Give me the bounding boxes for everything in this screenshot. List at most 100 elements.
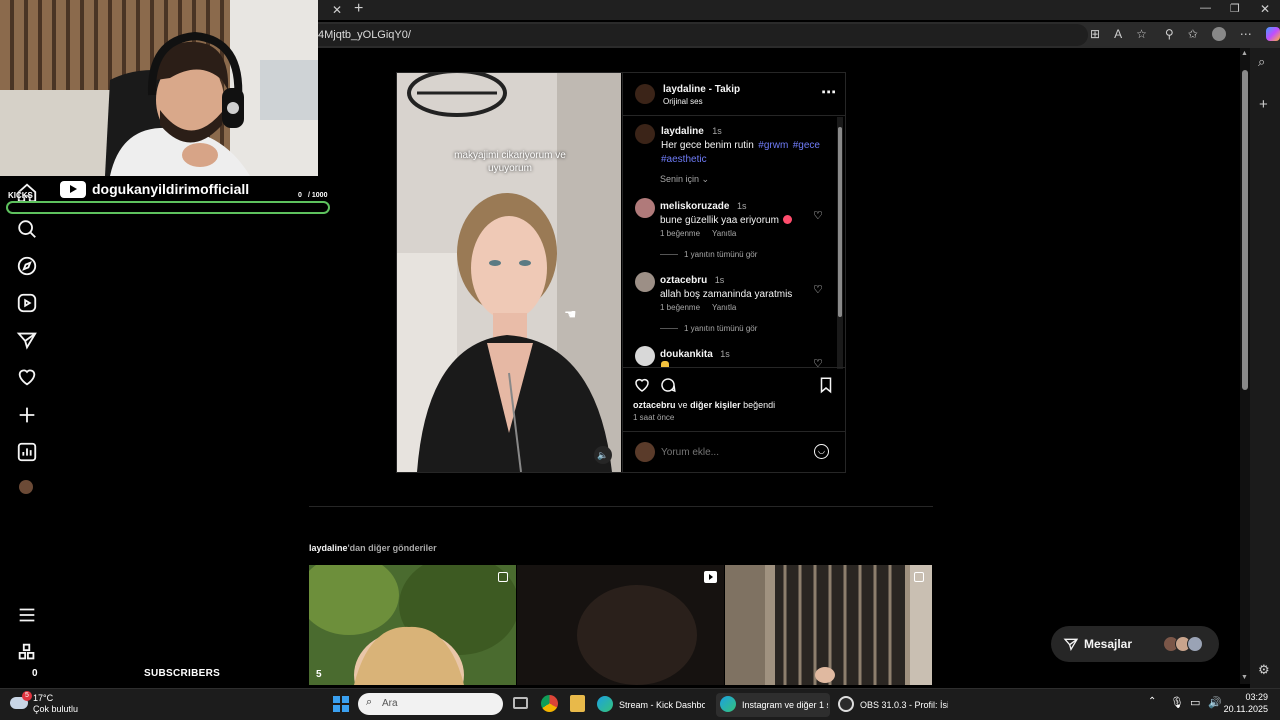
scrollbar-thumb[interactable] (1242, 70, 1248, 390)
chrome-icon[interactable] (541, 695, 558, 712)
restore-icon[interactable]: ❐ (1230, 2, 1240, 15)
more-menu-icon[interactable]: ⋯ (1240, 27, 1252, 41)
extensions-icon[interactable]: ⚲ (1165, 27, 1174, 41)
taskbar-app-instagram[interactable]: Instagram ve diğer 1 sayfa (716, 693, 830, 717)
reel-video[interactable] (397, 73, 621, 472)
clock-time[interactable]: 03:29 (1228, 692, 1268, 702)
scroll-down-icon[interactable]: ▼ (1241, 674, 1248, 681)
browser-sidebar: ⌕ + ⚙ (1250, 48, 1280, 688)
view-replies[interactable]: 1 yanıtın tümünü gör (660, 324, 757, 333)
sidebar-add-icon[interactable]: + (1259, 96, 1268, 113)
comment-likes[interactable]: 1 beğenme (660, 229, 700, 238)
reply-button[interactable]: Yanıtla (712, 229, 736, 238)
file-app-icon[interactable] (570, 695, 585, 712)
post-thumbnail[interactable]: 5 (309, 565, 516, 685)
dashboard-icon[interactable] (16, 441, 38, 463)
comment-username[interactable]: doukankita (660, 349, 713, 360)
caption-username[interactable]: laydaline (661, 126, 704, 137)
close-window-icon[interactable]: ✕ (1260, 2, 1270, 16)
hashtag[interactable]: #grwm (758, 140, 788, 151)
profile-avatar-icon[interactable] (1211, 27, 1226, 41)
liked-by-suffix: beğendi (743, 400, 776, 410)
more-apps-icon[interactable] (16, 641, 38, 663)
view-replies[interactable]: 1 yanıtın tümünü gör (660, 250, 757, 259)
app-available-icon[interactable]: ⊞ (1090, 27, 1100, 41)
post-thumbnail[interactable] (725, 565, 932, 685)
comment-icon[interactable] (659, 376, 677, 394)
close-tab-icon[interactable]: ✕ (332, 3, 342, 17)
create-plus-icon[interactable] (16, 404, 38, 426)
notifications-heart-icon[interactable] (16, 366, 38, 388)
read-aloud-icon[interactable]: A (1114, 27, 1122, 41)
minimize-icon[interactable]: — (1200, 2, 1211, 14)
sidebar-search-icon[interactable]: ⌕ (1258, 54, 1265, 70)
reply-button[interactable]: Yanıtla (712, 303, 736, 312)
messages-icon (1063, 636, 1079, 652)
comments-scroll-thumb[interactable] (838, 127, 842, 317)
menu-icon[interactable] (16, 604, 38, 626)
posted-time[interactable]: 1 saat önce (633, 413, 674, 422)
comment-avatar[interactable] (635, 198, 655, 218)
windows-start-icon[interactable] (333, 696, 349, 712)
author-username[interactable]: laydaline (663, 84, 706, 95)
comment-text: allah boş zamaninda yaratmis (660, 289, 793, 300)
profile-avatar[interactable] (19, 480, 33, 494)
mute-icon[interactable]: 🔈 (594, 446, 612, 464)
comment-like-icon[interactable]: ♡ (813, 357, 823, 370)
obs-icon (838, 696, 854, 712)
video-caption-overlay: makyajimi cikariyorum ve uyuyorum (454, 150, 566, 174)
comment-like-icon[interactable]: ♡ (813, 209, 823, 222)
heart-eyes-emoji-icon (783, 215, 793, 224)
youtube-icon (60, 180, 86, 198)
follow-button[interactable]: - Takip (709, 84, 740, 95)
comment-username[interactable]: oztacebru (660, 275, 707, 286)
comment-like-icon[interactable]: ♡ (813, 283, 823, 296)
scroll-up-icon[interactable]: ▲ (1241, 50, 1248, 57)
comment-avatar[interactable] (635, 272, 655, 292)
messages-icon[interactable] (16, 329, 38, 351)
carousel-icon (498, 572, 508, 582)
caption-time: 1s (712, 126, 722, 136)
show-hidden-icons[interactable]: ⌃ (1148, 696, 1156, 707)
caption-avatar[interactable] (635, 124, 655, 144)
favorite-star-icon[interactable]: ☆ (1136, 27, 1147, 41)
clock-date[interactable]: 20.11.2025 (1218, 704, 1268, 714)
audio-label[interactable]: Orijinal ses (663, 97, 703, 106)
copilot-icon[interactable] (1265, 27, 1280, 41)
task-view-icon[interactable] (513, 697, 528, 709)
taskbar-app-obs[interactable]: OBS 31.0.3 - Profil: İsimsiz (838, 693, 953, 717)
hashtag[interactable]: #gece (793, 140, 820, 151)
new-tab-icon[interactable]: + (354, 0, 363, 18)
sidebar-settings-icon[interactable]: ⚙ (1258, 662, 1270, 678)
taskbar-app-kick[interactable]: Stream - Kick Dashboard (597, 693, 711, 717)
address-bar[interactable]: 4Mjqtb_yOLGiqY0/ (318, 24, 1088, 46)
network-icon[interactable]: ▭ (1190, 696, 1200, 709)
taskbar-search[interactable]: ⌕ Ara (358, 693, 503, 715)
weather-widget[interactable]: 5 17°C Çok bulutlu (10, 691, 100, 719)
more-options-icon[interactable]: ⋯ (821, 83, 836, 101)
weather-temp: 17°C (33, 693, 54, 703)
reels-icon[interactable] (16, 292, 38, 314)
author-avatar[interactable] (635, 84, 655, 104)
favorites-icon[interactable]: ✩ (1188, 27, 1198, 41)
liked-by-others[interactable]: diğer kişiler (690, 400, 741, 410)
hashtag[interactable]: #aesthetic (661, 154, 707, 165)
reel-play-icon (704, 571, 717, 583)
comment-avatar[interactable] (635, 346, 655, 366)
liked-by-user[interactable]: oztacebru (633, 400, 676, 410)
messages-button[interactable]: Mesajlar (1051, 626, 1219, 662)
comment-filter-dropdown[interactable]: Senin için ⌄ (660, 174, 709, 185)
comment-input[interactable] (661, 444, 811, 460)
post-thumbnail[interactable] (517, 565, 724, 685)
explore-icon[interactable] (16, 255, 38, 277)
search-icon[interactable] (16, 218, 38, 240)
save-bookmark-icon[interactable] (818, 376, 834, 394)
comment-likes[interactable]: 1 beğenme (660, 303, 700, 312)
more-posts-user[interactable]: laydaline (309, 543, 348, 553)
comment-username[interactable]: meliskoruzade (660, 201, 729, 212)
microphone-icon[interactable]: 🎙 (1170, 696, 1184, 709)
like-icon[interactable] (633, 376, 651, 394)
comments-scrollbar[interactable] (837, 117, 843, 369)
emoji-picker-icon[interactable]: ◡ (814, 444, 829, 459)
post-details-panel: laydaline - Takip Orijinal ses ⋯ laydali… (622, 73, 845, 472)
